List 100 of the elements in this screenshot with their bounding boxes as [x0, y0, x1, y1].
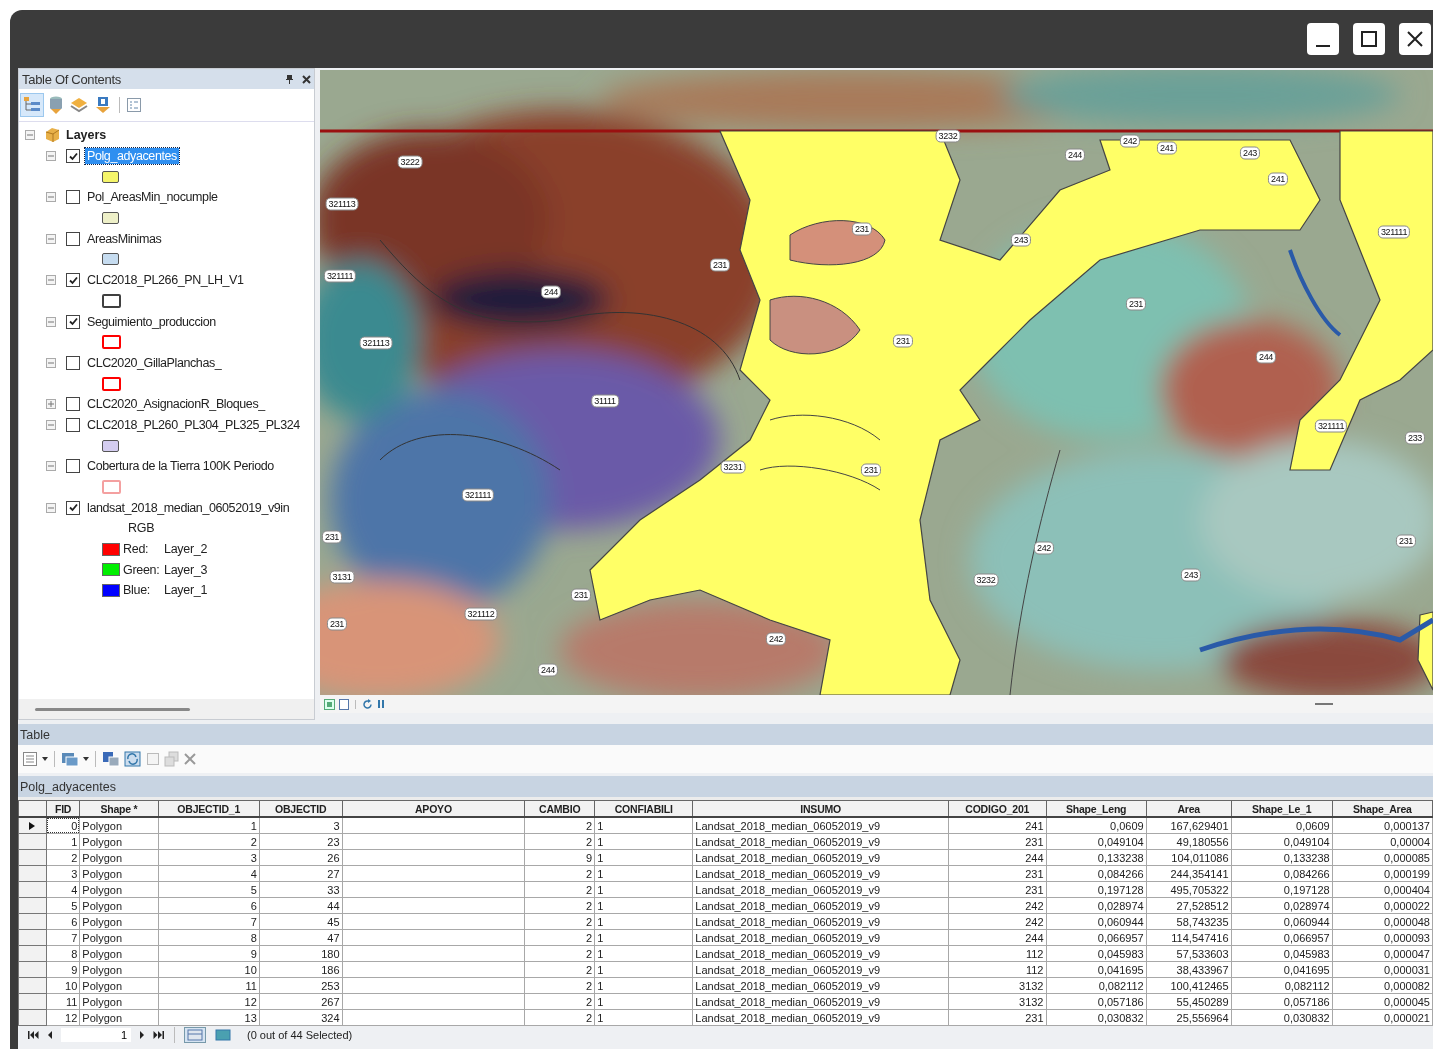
column-header[interactable]: CONFIABILI — [594, 800, 693, 817]
panel-title: Table — [20, 727, 50, 742]
page-icon[interactable] — [339, 698, 349, 710]
band-label: Green: — [123, 562, 161, 577]
current-row-icon — [29, 821, 36, 830]
layer-name[interactable]: Pol_AreasMin_nocumple — [85, 189, 220, 206]
refresh-icon[interactable] — [362, 698, 373, 710]
column-header[interactable]: APOYO — [342, 800, 525, 817]
layer-name[interactable]: CLC2018_PL260_PL304_PL325_PL324 — [85, 416, 302, 433]
next-record-icon[interactable] — [139, 1030, 145, 1039]
column-header[interactable]: CODIGO_201 — [948, 800, 1046, 817]
previous-record-icon[interactable] — [47, 1030, 53, 1039]
column-header[interactable]: Shape_Leng — [1046, 800, 1147, 817]
table-tab[interactable]: Polg_adyacentes — [20, 779, 116, 794]
checkbox[interactable] — [66, 314, 80, 329]
expand-icon[interactable] — [46, 399, 56, 410]
close-icon[interactable] — [302, 74, 311, 84]
map-label: 321113 — [359, 336, 393, 350]
column-header[interactable]: Shape_Le_1 — [1231, 800, 1333, 817]
select-all-corner[interactable] — [18, 800, 47, 817]
map-label: 321111 — [1314, 419, 1348, 433]
collapse-icon[interactable] — [46, 316, 56, 327]
map-label: 321111 — [461, 488, 495, 502]
map-label: 321113 — [325, 197, 359, 211]
switch-selection-icon[interactable] — [124, 751, 142, 767]
first-record-icon[interactable] — [28, 1030, 39, 1039]
panel-title: Table Of Contents — [22, 71, 122, 87]
last-record-icon[interactable] — [153, 1030, 164, 1039]
pin-icon[interactable] — [285, 73, 294, 85]
maximize-button[interactable] — [1353, 23, 1385, 55]
layers-icon[interactable] — [69, 95, 89, 115]
checkbox[interactable] — [66, 459, 80, 474]
delete-icon[interactable] — [184, 753, 196, 765]
collapse-icon[interactable] — [46, 461, 56, 472]
column-header[interactable]: INSUMO — [692, 800, 949, 817]
map-view[interactable]: 3222 3232 244 242 241 243 241 321113 231 243 321111 321111 231 244 231 321113 231 244 31111 321111 233 3231 231 321111 231 242 231 3131 3232 243 231 321112 231 242 244 — [320, 70, 1433, 695]
map-label: 3131 — [329, 570, 355, 584]
checkbox[interactable] — [66, 190, 80, 205]
map-label: 3232 — [935, 129, 961, 143]
layer-name[interactable]: landsat_2018_median_06052019_v9in — [85, 499, 292, 516]
database-icon[interactable] — [47, 95, 65, 115]
collapse-icon[interactable] — [46, 233, 56, 244]
column-header[interactable]: OBJECTID_1 — [158, 800, 260, 817]
band-value: Layer_2 — [164, 542, 208, 557]
collapse-icon[interactable] — [46, 502, 56, 513]
record-field[interactable]: 1 — [61, 1027, 131, 1042]
band-label: Blue: — [123, 583, 151, 598]
map-label: 3231 — [720, 460, 746, 474]
column-header[interactable]: CAMBIO — [524, 800, 595, 817]
collapse-icon[interactable] — [25, 130, 35, 141]
pause-icon[interactable] — [377, 699, 385, 709]
select-by-attributes-icon[interactable] — [102, 751, 120, 767]
band-value: Layer_3 — [164, 562, 208, 577]
show-selected-records-icon[interactable] — [213, 1027, 233, 1042]
collapse-icon[interactable] — [46, 151, 56, 162]
checkbox[interactable] — [66, 417, 80, 432]
map-label: 321111 — [323, 269, 357, 283]
column-header[interactable]: Shape * — [79, 800, 159, 817]
column-header[interactable]: FID — [46, 800, 80, 817]
collapse-icon[interactable] — [46, 357, 56, 368]
checkbox[interactable] — [66, 149, 80, 164]
band-value: Layer_1 — [164, 583, 208, 598]
checkbox[interactable] — [66, 231, 80, 246]
column-header[interactable]: Shape_Area — [1332, 800, 1433, 817]
map-label: 321111 — [1377, 225, 1411, 239]
scrollbar-thumb[interactable] — [35, 707, 190, 711]
show-all-records-icon[interactable] — [185, 1027, 205, 1042]
layers-icon — [43, 127, 61, 144]
checkbox[interactable] — [66, 355, 80, 370]
column-header[interactable]: Area — [1146, 800, 1232, 817]
layer-name[interactable]: AreasMinimas — [85, 230, 164, 247]
column-header[interactable]: OBJECTID — [259, 800, 342, 817]
scrollbar-thumb[interactable] — [1315, 703, 1333, 705]
map-label: 3232 — [973, 573, 999, 587]
map-label: 31111 — [591, 394, 619, 408]
layer-name[interactable]: CLC2020_AsignacionR_Bloques_ — [85, 396, 267, 413]
layer-name[interactable]: Cobertura de la Tierra 100K Periodo — [85, 458, 276, 475]
list-icon[interactable] — [21, 94, 43, 116]
checkbox[interactable] — [66, 500, 80, 515]
caret-icon[interactable] — [83, 757, 89, 761]
collapse-icon[interactable] — [46, 192, 56, 203]
collapse-icon[interactable] — [46, 419, 56, 430]
layer-name[interactable]: CLC2020_GillaPlanchas_ — [85, 354, 224, 371]
collapse-icon[interactable] — [46, 275, 56, 286]
checkbox[interactable] — [66, 273, 80, 288]
checkbox[interactable] — [66, 397, 80, 412]
close-button[interactable] — [1399, 23, 1431, 55]
map-label: 3222 — [397, 155, 423, 169]
minimize-button[interactable] — [1307, 23, 1339, 55]
legend-title: RGB — [128, 521, 155, 536]
selection-status: (0 out of 44 Selected) — [247, 1028, 353, 1041]
options-icon[interactable] — [126, 97, 142, 113]
tree-item[interactable]: Layers — [66, 128, 107, 143]
band-label: Red: — [123, 542, 150, 557]
layer-name[interactable]: CLC2018_PL266_PN_LH_V1 — [85, 272, 246, 289]
related-tables-icon[interactable] — [61, 751, 79, 767]
map-label: 321112 — [464, 607, 498, 621]
layer-name[interactable]: Seguimiento_produccion — [85, 313, 218, 330]
caret-icon[interactable] — [42, 757, 48, 761]
layout-view-icon[interactable] — [324, 698, 335, 710]
